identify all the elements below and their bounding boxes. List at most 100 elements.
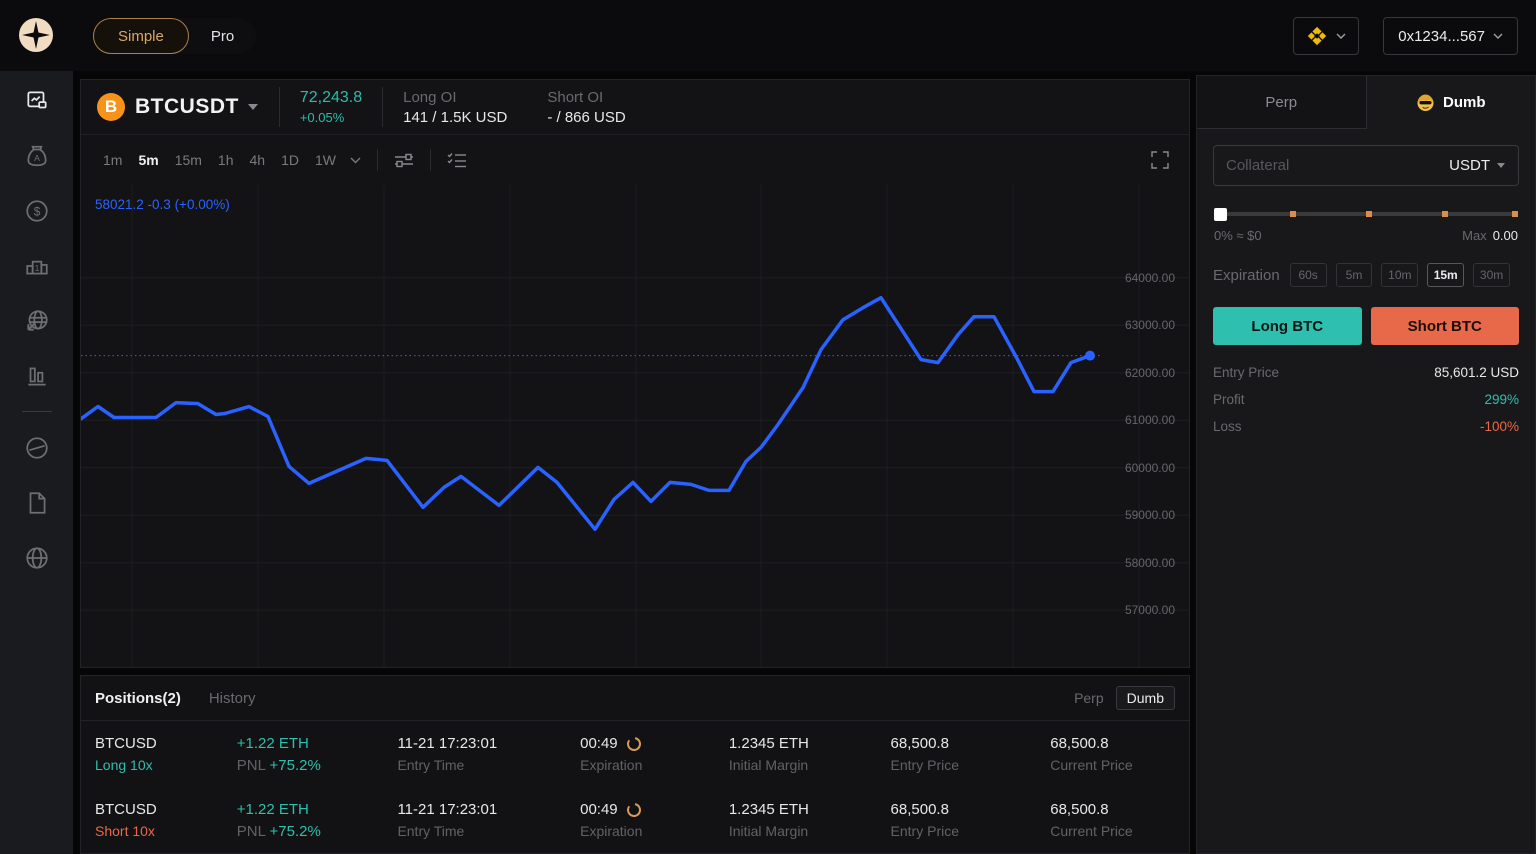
- sidebar-item-stats[interactable]: [0, 348, 73, 403]
- referral-globe-icon: [26, 309, 48, 331]
- airdrop-bag-icon: A: [26, 145, 47, 166]
- price-change: +0.05%: [299, 110, 345, 125]
- chevron-down-icon: [1336, 33, 1346, 39]
- indicators-list-icon[interactable]: [441, 148, 473, 172]
- position-side: Short 10x: [95, 823, 155, 839]
- pool-circle-icon: [25, 436, 48, 459]
- symbol-selector[interactable]: BTCUSDT: [135, 95, 239, 119]
- entry-time-value: 11-21 17:23:01: [397, 801, 498, 818]
- leaderboard-icon: 1: [25, 260, 48, 274]
- entry-price-label: Entry Price: [890, 823, 960, 839]
- long-btc-button[interactable]: Long BTC: [1213, 307, 1362, 345]
- expiration-5m-button[interactable]: 5m: [1335, 263, 1373, 287]
- price-axis-label: 64000.00: [1124, 270, 1175, 285]
- profit-value: 299%: [1484, 392, 1519, 407]
- sidebar-item-leaderboard[interactable]: 1: [0, 238, 73, 293]
- chart-settings-icon[interactable]: [388, 148, 420, 172]
- wallet-address-button[interactable]: 0x1234...567: [1383, 17, 1518, 55]
- top-right-controls: 0x1234...567: [1293, 17, 1518, 55]
- bnb-chain-icon: [1308, 26, 1327, 46]
- price-block: 72,243.8 +0.05%: [300, 89, 362, 125]
- price-axis-label: 62000.00: [1124, 365, 1175, 380]
- symbol-caret-icon[interactable]: [247, 103, 259, 111]
- tab-positions[interactable]: Positions(2): [95, 690, 181, 707]
- slider-tick-25[interactable]: [1290, 211, 1296, 217]
- profit-label: Profit: [1213, 392, 1245, 407]
- short-btc-button[interactable]: Short BTC: [1370, 307, 1519, 345]
- tab-dumb[interactable]: Dumb: [1367, 76, 1536, 129]
- timeframe-more-chevron-icon[interactable]: [350, 157, 361, 164]
- short-oi-label: Short OI: [547, 88, 604, 106]
- expiration-30m-button[interactable]: 30m: [1473, 263, 1510, 287]
- tab-history[interactable]: History: [209, 690, 256, 707]
- svg-text:$: $: [33, 204, 40, 218]
- filter-perp[interactable]: Perp: [1074, 690, 1104, 706]
- expiration-label: Expiration: [580, 823, 643, 839]
- timeframe-1d[interactable]: 1D: [273, 148, 307, 172]
- filter-dumb[interactable]: Dumb: [1115, 686, 1175, 710]
- sidebar-item-pool[interactable]: [0, 420, 73, 475]
- pnl-value: +75.2%: [269, 822, 321, 840]
- dumb-face-icon: [1417, 94, 1434, 111]
- slider-tick-75[interactable]: [1442, 211, 1448, 217]
- current-price-label: Current Price: [1050, 757, 1133, 773]
- price-axis-label: 63000.00: [1124, 318, 1175, 333]
- sidebar-item-trade[interactable]: [0, 73, 73, 128]
- initial-margin-label: Initial Margin: [728, 823, 809, 839]
- sidebar-item-docs[interactable]: [0, 475, 73, 530]
- timeframe-5m[interactable]: 5m: [130, 148, 166, 172]
- timeframe-4h[interactable]: 4h: [242, 148, 274, 172]
- pnl-label: PNL: [236, 822, 266, 840]
- sidebar-divider: [21, 411, 52, 412]
- chain-selector[interactable]: [1293, 17, 1360, 55]
- sidebar-item-airdrop[interactable]: A: [0, 128, 73, 183]
- tab-perp-label: Perp: [1265, 93, 1298, 111]
- sidebar-item-language[interactable]: [0, 530, 73, 585]
- mode-simple-button[interactable]: Simple: [93, 18, 189, 54]
- chart-plot-area[interactable]: 58021.2 -0.3 (+0.00%) 64000.00 63000.00 62…: [81, 185, 1189, 667]
- position-symbol: BTCUSD: [95, 735, 157, 752]
- chevron-down-icon: [1497, 163, 1505, 168]
- position-row[interactable]: BTCUSD Long 10x +1.22 ETH PNL +75.2% 11-…: [81, 721, 1189, 787]
- timeframe-1h[interactable]: 1h: [210, 148, 242, 172]
- earn-dollar-icon: $: [25, 199, 48, 222]
- timeframe-15m[interactable]: 15m: [167, 148, 210, 172]
- entry-price-value: 85,601.2 USD: [1434, 365, 1519, 380]
- expiration-10m-button[interactable]: 10m: [1381, 263, 1419, 287]
- entry-price-value: 68,500.8: [890, 801, 949, 818]
- initial-margin-value: 1.2345 ETH: [728, 801, 809, 818]
- entry-time-label: Entry Time: [397, 823, 465, 839]
- app-logo-icon: [19, 18, 53, 52]
- chart-card: B BTCUSDT 72,243.8 +0.05% Long OI 141 / …: [80, 79, 1190, 668]
- sidebar-item-earn[interactable]: $: [0, 183, 73, 238]
- mode-pro-button[interactable]: Pro: [189, 18, 256, 54]
- collateral-asset-selector[interactable]: USDT: [1449, 157, 1506, 174]
- long-oi-value: 141 / 1.5K USD: [403, 108, 508, 126]
- tab-perp[interactable]: Perp: [1197, 76, 1367, 129]
- app-logo: [18, 17, 54, 53]
- stats-bars-icon: [27, 367, 46, 386]
- collateral-input[interactable]: [1226, 157, 1442, 174]
- sidebar-item-referral[interactable]: [0, 293, 73, 348]
- price-axis-label: 58000.00: [1124, 555, 1175, 570]
- price-axis-label: 60000.00: [1124, 460, 1175, 475]
- slider-tick-50[interactable]: [1366, 211, 1372, 217]
- divider: [382, 87, 384, 127]
- expiration-label: Expiration: [580, 757, 643, 773]
- expiration-60s-button[interactable]: 60s: [1289, 263, 1327, 287]
- expiration-15m-button[interactable]: 15m: [1427, 263, 1465, 287]
- slider-tick-100[interactable]: [1512, 211, 1518, 217]
- expiration-row: Expiration 60s 5m 10m 15m 30m: [1213, 263, 1519, 287]
- loss-label: Loss: [1213, 419, 1242, 434]
- trade-panel: Perp Dumb USDT 0% ≈ $0: [1196, 75, 1536, 854]
- slider-handle[interactable]: [1214, 208, 1227, 221]
- timeframe-1m[interactable]: 1m: [95, 148, 130, 172]
- timeframe-1w[interactable]: 1W: [307, 148, 344, 172]
- position-row[interactable]: BTCUSD Short 10x +1.22 ETH PNL +75.2% 11…: [81, 787, 1189, 853]
- market-header: B BTCUSDT 72,243.8 +0.05% Long OI 141 / …: [81, 80, 1189, 135]
- collateral-field: USDT: [1213, 145, 1519, 186]
- price-axis-label: 59000.00: [1124, 508, 1175, 523]
- language-globe-icon: [25, 546, 48, 569]
- loss-value: -100%: [1479, 419, 1519, 434]
- fullscreen-icon[interactable]: [1151, 151, 1169, 169]
